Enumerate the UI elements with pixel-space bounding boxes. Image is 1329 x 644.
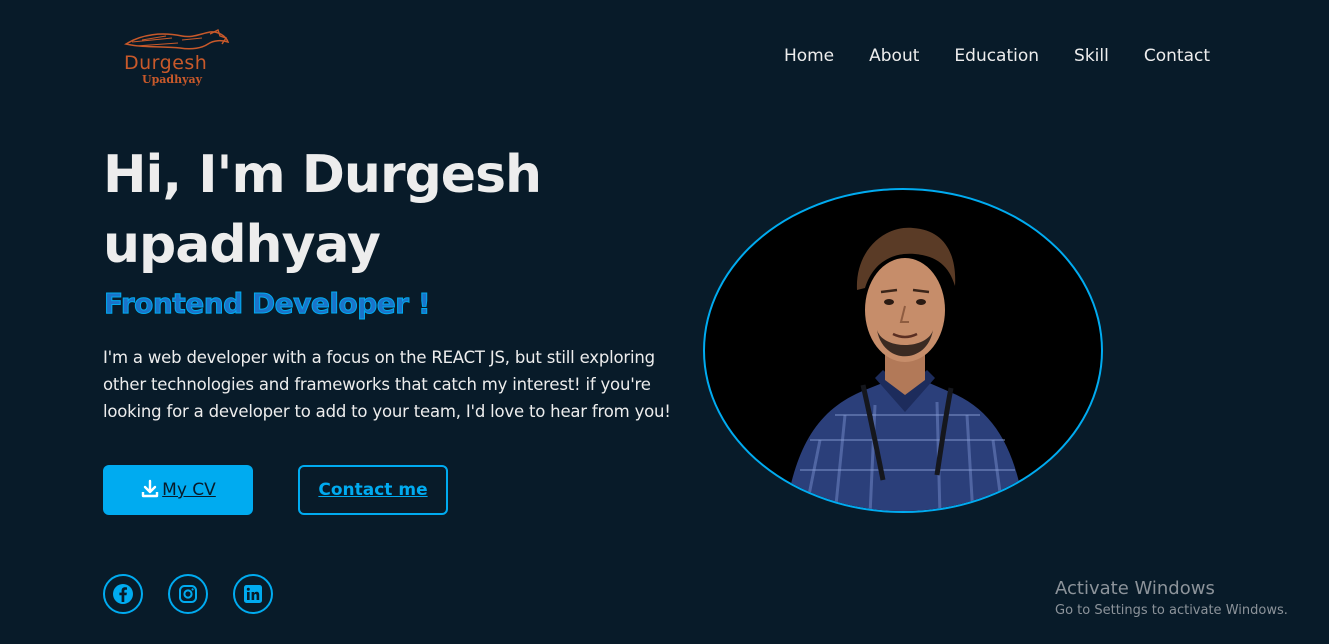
hero-title: Hi, I'm Durgesh upadhyay [103,140,623,280]
hero-title-line2: upadhyay [103,215,381,275]
nav-about[interactable]: About [869,46,919,66]
profile-photo [703,188,1103,513]
facebook-icon [113,584,133,604]
download-cv-label: My CV [162,480,216,500]
portfolio-page: Durgesh Upadhyay Home About Education Sk… [0,0,1329,644]
nav-skill[interactable]: Skill [1074,46,1109,66]
download-cv-button[interactable]: My CV [103,465,253,515]
download-icon [141,479,159,498]
linkedin-link[interactable] [233,574,273,614]
instagram-link[interactable] [168,574,208,614]
hero-role: Frontend Developer ! [103,287,431,321]
hero-title-line1: Hi, I'm Durgesh [103,145,542,205]
contact-me-button[interactable]: Contact me [298,465,448,515]
contact-me-label: Contact me [318,480,428,500]
logo-name: Durgesh [124,52,208,74]
activate-windows-watermark: Activate Windows Go to Settings to activ… [1055,578,1288,618]
main-nav: Home About Education Skill Contact [784,46,1210,66]
linkedin-icon [244,585,262,603]
activate-windows-title: Activate Windows [1055,578,1215,599]
nav-contact[interactable]: Contact [1144,46,1210,66]
hero-description: I'm a web developer with a focus on the … [103,348,671,421]
nav-home[interactable]: Home [784,46,834,66]
logo-subtitle: Upadhyay [142,73,203,86]
facebook-link[interactable] [103,574,143,614]
profile-photo-illustration [785,227,1025,511]
instagram-icon [179,585,197,603]
site-logo[interactable]: Durgesh Upadhyay [112,28,246,88]
nav-education[interactable]: Education [954,46,1039,66]
activate-windows-subtitle: Go to Settings to activate Windows. [1055,603,1288,618]
